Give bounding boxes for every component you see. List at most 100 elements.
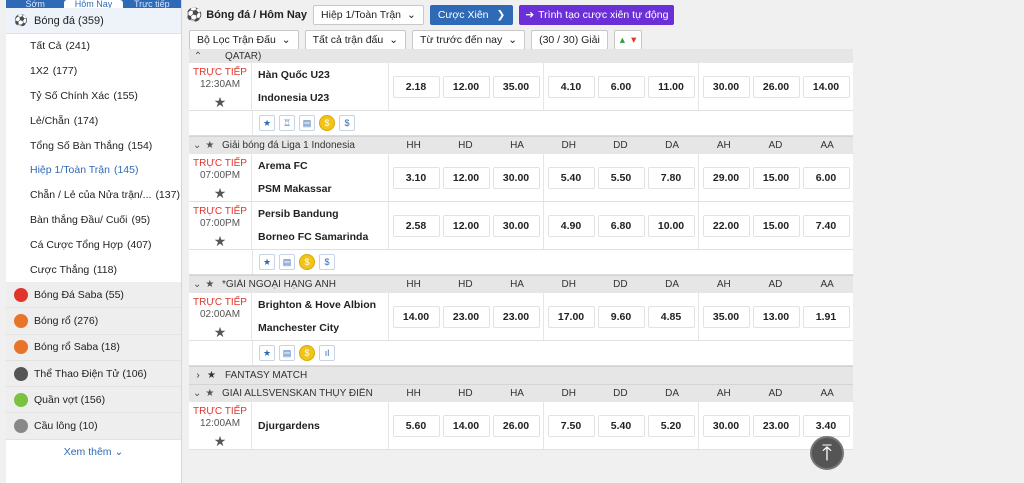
sidebar-sport-item[interactable]: Thể Thao Điện Tử (106) [6,360,181,388]
star-icon[interactable]: ★ [259,254,275,270]
scoreboard-icon[interactable]: ▤ [279,254,295,270]
sidebar-market-item[interactable]: Tổng Số Bàn Thắng (154) [6,133,181,158]
odds-button[interactable]: 26.00 [752,75,800,98]
odds-button[interactable]: 4.10 [547,75,595,98]
odds-button[interactable]: 17.00 [547,305,595,328]
sidebar-market-item[interactable]: Bàn thắng Đầu/ Cuối (95) [6,208,181,233]
odds-button[interactable]: 5.50 [597,166,645,189]
odds-button[interactable]: 30.00 [702,414,750,437]
odds-button[interactable]: 26.00 [492,414,540,437]
sidebar-sport-item[interactable]: Bóng rổ (276) [6,308,181,335]
odds-button[interactable]: 15.00 [752,166,800,189]
match-filter-select[interactable]: Tất cả trận đấu ⌄ [304,30,407,50]
league-header[interactable]: ⌃ QATAR) [189,49,853,63]
jersey-icon[interactable]: ♖ [279,115,295,131]
chevron-right-icon[interactable]: › [189,370,207,381]
auto-parlay-builder-button[interactable]: ➔ Trình tạo cược xiên tự động [519,5,675,25]
odds-button[interactable]: 22.00 [702,214,750,237]
sidebar-market-item[interactable]: Chẵn / Lẻ của Nửa trận/... (137) [6,183,181,208]
favorite-star-icon[interactable]: ★ [214,94,227,111]
league-header[interactable]: ⌄ ★ *GIẢI NGOẠI HẠNG ANH HH HD HA DH DD DA AH AD AA [189,275,853,293]
odds-button[interactable]: 7.40 [802,214,850,237]
sidebar-sport-item[interactable]: Quần vợt (156) [6,387,181,414]
odds-button[interactable]: 13.00 [752,305,800,328]
odds-button[interactable]: 6.80 [597,214,645,237]
chevron-down-icon[interactable]: ⌄ [189,279,205,290]
league-filter-select[interactable]: Bộ Lọc Trận Đấu ⌄ [189,30,299,50]
odds-button[interactable]: 9.60 [597,305,645,328]
league-header[interactable]: ⌄ ★ Giải bóng đá Liga 1 Indonesia HH HD HA DH D… [189,136,853,154]
dollar-icon[interactable]: $ [319,254,335,270]
odds-button[interactable]: 12.00 [442,214,490,237]
dollar-icon[interactable]: $ [339,115,355,131]
sidebar-sport-item[interactable]: Cầu lông (10) [6,413,181,440]
odds-button[interactable]: 7.80 [647,166,695,189]
scroll-to-top-button[interactable]: ⤒ [810,436,844,470]
chevron-down-icon[interactable]: ⌃ [189,51,207,62]
odds-button[interactable]: 4.90 [547,214,595,237]
odds-button[interactable]: 5.60 [392,414,440,437]
sidebar-market-item[interactable]: Tất Cả (241) [6,34,181,59]
star-icon[interactable]: ★ [207,370,221,381]
sidebar-market-item[interactable]: 1X2 (177) [6,59,181,84]
odds-button[interactable]: 10.00 [647,214,695,237]
odds-button[interactable]: 4.85 [647,305,695,328]
odds-button[interactable]: 2.58 [392,214,440,237]
star-icon[interactable]: ★ [259,115,275,131]
star-icon[interactable]: ★ [205,388,218,399]
coin-icon[interactable]: $ [299,254,315,270]
chevron-down-icon[interactable]: ⌄ [189,388,205,399]
odds-button[interactable]: 12.00 [442,75,490,98]
favorite-star-icon[interactable]: ★ [214,433,227,450]
odds-button[interactable]: 30.00 [492,166,540,189]
odds-button[interactable]: 14.00 [802,75,850,98]
odds-button[interactable]: 23.00 [752,414,800,437]
odds-button[interactable]: 23.00 [442,305,490,328]
tab-today[interactable]: Hôm Nay [64,0,123,8]
league-header[interactable]: ⌄ ★ GIẢI ALLSVENSKAN THỤY ĐIỂN HH HD HA DH DD DA… [189,384,853,402]
scoreboard-icon[interactable]: ▤ [299,115,315,131]
odds-button[interactable]: 3.40 [802,414,850,437]
period-select[interactable]: Hiệp 1/Toàn Trận ⌄ [313,5,424,25]
odds-button[interactable]: 15.00 [752,214,800,237]
odds-button[interactable]: 6.00 [597,75,645,98]
odds-button[interactable]: 30.00 [702,75,750,98]
coin-icon[interactable]: $ [319,115,335,131]
sidebar-market-item[interactable]: Tỷ Số Chính Xác (155) [6,84,181,109]
star-icon[interactable]: ★ [205,140,218,151]
odds-sort-button[interactable]: ▴ ▾ [613,30,643,50]
scoreboard-icon[interactable]: ▤ [279,345,295,361]
odds-button[interactable]: 6.00 [802,166,850,189]
favorite-star-icon[interactable]: ★ [214,185,227,202]
odds-button[interactable]: 23.00 [492,305,540,328]
stats-icon[interactable]: ıl [319,345,335,361]
odds-button[interactable]: 11.00 [647,75,695,98]
sidebar-market-item[interactable]: Cá Cược Tổng Hợp (407) [6,232,181,257]
odds-button[interactable]: 35.00 [492,75,540,98]
parlay-button[interactable]: Cược Xiên ❯ [429,5,514,25]
odds-button[interactable]: 12.00 [442,166,490,189]
odds-button[interactable]: 1.91 [802,305,850,328]
league-header[interactable]: › ★ FANTASY MATCH [189,366,853,384]
star-icon[interactable]: ★ [205,279,218,290]
odds-button[interactable]: 30.00 [492,214,540,237]
sidebar-market-item[interactable]: Cược Thắng (118) [6,257,181,282]
odds-button[interactable]: 35.00 [702,305,750,328]
see-more-link[interactable]: Xem thêm ⌄ [6,439,181,464]
odds-button[interactable]: 5.20 [647,414,695,437]
sidebar-sport-item[interactable]: Bóng rổ Saba (18) [6,334,181,361]
odds-button[interactable]: 14.00 [442,414,490,437]
favorite-star-icon[interactable]: ★ [214,324,227,341]
odds-button[interactable]: 29.00 [702,166,750,189]
odds-button[interactable]: 5.40 [547,166,595,189]
league-count-select[interactable]: (30 / 30) Giải [531,30,608,50]
odds-button[interactable]: 5.40 [597,414,645,437]
tab-early[interactable]: Sớm [6,0,64,8]
favorite-star-icon[interactable]: ★ [214,233,227,250]
sidebar-market-item[interactable]: Hiệp 1/Toàn Trận (145) [6,158,181,183]
odds-button[interactable]: 2.18 [392,75,440,98]
odds-button[interactable]: 3.10 [392,166,440,189]
star-icon[interactable]: ★ [259,345,275,361]
odds-button[interactable]: 7.50 [547,414,595,437]
sidebar-market-item[interactable]: Lẻ/Chẵn (174) [6,108,181,133]
